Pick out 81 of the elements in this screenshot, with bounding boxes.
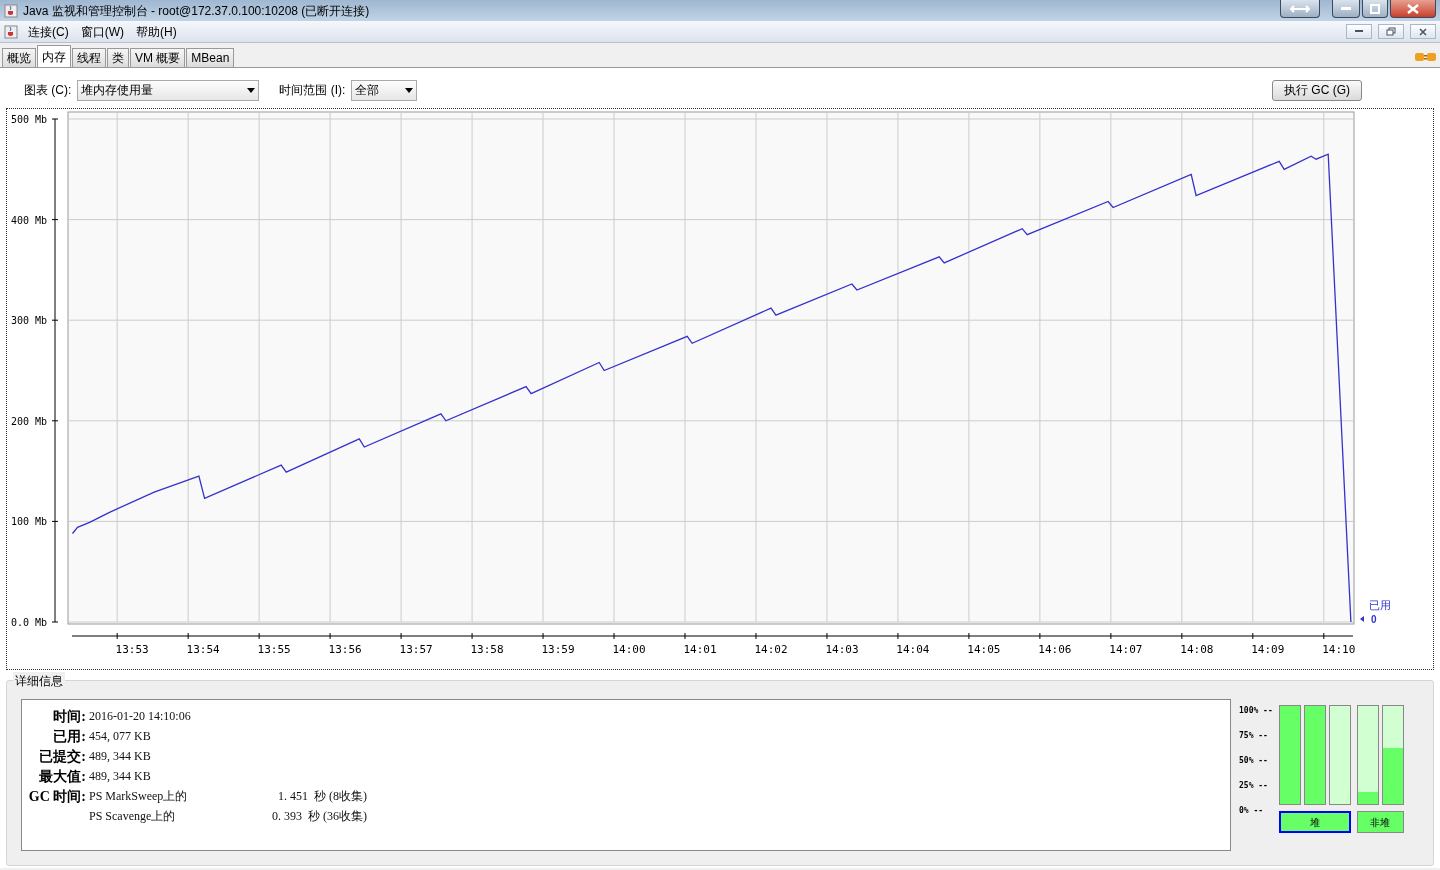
- axis-label: 14:08: [1180, 643, 1214, 656]
- legend-value: 0: [1371, 614, 1377, 625]
- field-label: 已用:: [52, 727, 86, 746]
- scale-label: 25% --: [1239, 780, 1269, 792]
- marker-icon: [1360, 616, 1364, 622]
- gc-time: 1. 451 秒 (8收集): [277, 788, 367, 805]
- tab[interactable]: 类: [107, 48, 129, 67]
- axis-label: 400 Mb: [10, 214, 47, 226]
- axis-label: 13:53: [115, 643, 149, 656]
- caret-icon: [405, 87, 414, 93]
- close-icon: [1407, 3, 1419, 14]
- axis-label: 14:10: [1322, 643, 1356, 656]
- scale-label: 75% --: [1239, 730, 1269, 742]
- field-label: 已提交:: [38, 747, 86, 766]
- gc-button[interactable]: 执行 GC (G): [1272, 79, 1362, 101]
- field-label: 图表 (C):: [24, 82, 72, 99]
- menu-item[interactable]: 窗口(W): [78, 22, 126, 41]
- axis-label: 300 Mb: [10, 315, 47, 327]
- tab[interactable]: VM 概要: [130, 48, 186, 67]
- close-icon: [1419, 27, 1427, 36]
- axis-label: 14:05: [967, 643, 1001, 656]
- double-arrow-icon: [1290, 3, 1310, 14]
- java-cup-icon: [4, 3, 18, 18]
- axis-label: 0.0 Mb: [10, 617, 47, 628]
- field-value: 454, 077 KB: [89, 728, 151, 745]
- axis-label: 13:58: [470, 643, 504, 656]
- axis-label: 500 Mb: [10, 114, 47, 125]
- legend-label: 已用: [1369, 599, 1391, 611]
- scale-label: 0% --: [1239, 805, 1265, 817]
- field-label: 时间:: [52, 707, 86, 726]
- scale-label: 50% --: [1239, 755, 1269, 767]
- axis-label: 200 Mb: [10, 415, 47, 427]
- scale-label: 100% --: [1239, 705, 1273, 717]
- axis-label: 13:54: [186, 643, 220, 656]
- axis-label: 13:56: [328, 643, 362, 656]
- dropdown[interactable]: 全部: [351, 79, 418, 101]
- maximize-icon: [1370, 3, 1380, 14]
- resize-button[interactable]: [1280, 0, 1320, 18]
- field-label: 最大值:: [38, 767, 86, 786]
- field-label: 时间范围 (I):: [279, 82, 346, 99]
- restore-button[interactable]: [1378, 24, 1404, 39]
- axis-label: 14:04: [896, 643, 930, 656]
- tab[interactable]: MBean: [186, 48, 235, 67]
- restore-icon: [1386, 27, 1396, 36]
- gc-time: 0. 393 秒 (36收集): [271, 808, 367, 825]
- axis-label: 14:07: [1109, 643, 1143, 656]
- axis-label: 14:09: [1251, 643, 1285, 656]
- collector-name: PS Scavenge上的: [89, 808, 177, 825]
- tab[interactable]: 内存: [37, 45, 71, 67]
- caret-icon: [247, 87, 256, 93]
- axis-label: 14:06: [1038, 643, 1072, 656]
- pool-button[interactable]: 非堆: [1356, 811, 1404, 833]
- pool-button[interactable]: 堆: [1278, 811, 1351, 833]
- minimize-button[interactable]: [1346, 24, 1372, 39]
- java-cup-icon: [4, 24, 18, 39]
- axis-label: 14:03: [825, 643, 859, 656]
- axis-label: 14:01: [683, 643, 717, 656]
- axis-label: 13:59: [541, 643, 575, 656]
- menu-item[interactable]: 连接(C): [26, 22, 71, 41]
- axis-label: 14:00: [612, 643, 646, 656]
- panel-title: 详细信息: [13, 672, 65, 690]
- axis-label: 13:57: [399, 643, 433, 656]
- dropdown[interactable]: 堆内存使用量: [77, 79, 260, 101]
- tab[interactable]: 线程: [72, 48, 106, 67]
- axis-label: 13:55: [257, 643, 291, 656]
- maximize-button[interactable]: [1362, 0, 1388, 18]
- axis-label: 14:02: [754, 643, 788, 656]
- minimize-icon: [1341, 6, 1351, 11]
- menu-item[interactable]: 帮助(H): [134, 22, 179, 41]
- field-value: 489, 344 KB: [89, 748, 151, 765]
- field-value: 489, 344 KB: [89, 768, 151, 785]
- minimize-icon: [1355, 30, 1363, 33]
- field-label: GC 时间:: [27, 787, 86, 806]
- field-value: 2016-01-20 14:10:06: [89, 708, 191, 725]
- window-title: Java 监视和管理控制台 - root@172.37.0.100:10208 (已断开连接): [23, 2, 370, 20]
- collector-name: PS MarkSweep上的: [89, 788, 189, 805]
- axis-label: 100 Mb: [10, 516, 47, 528]
- close-button[interactable]: [1410, 24, 1436, 39]
- close-button[interactable]: [1390, 0, 1436, 18]
- minimize-button[interactable]: [1332, 0, 1360, 18]
- tab[interactable]: 概览: [2, 48, 36, 67]
